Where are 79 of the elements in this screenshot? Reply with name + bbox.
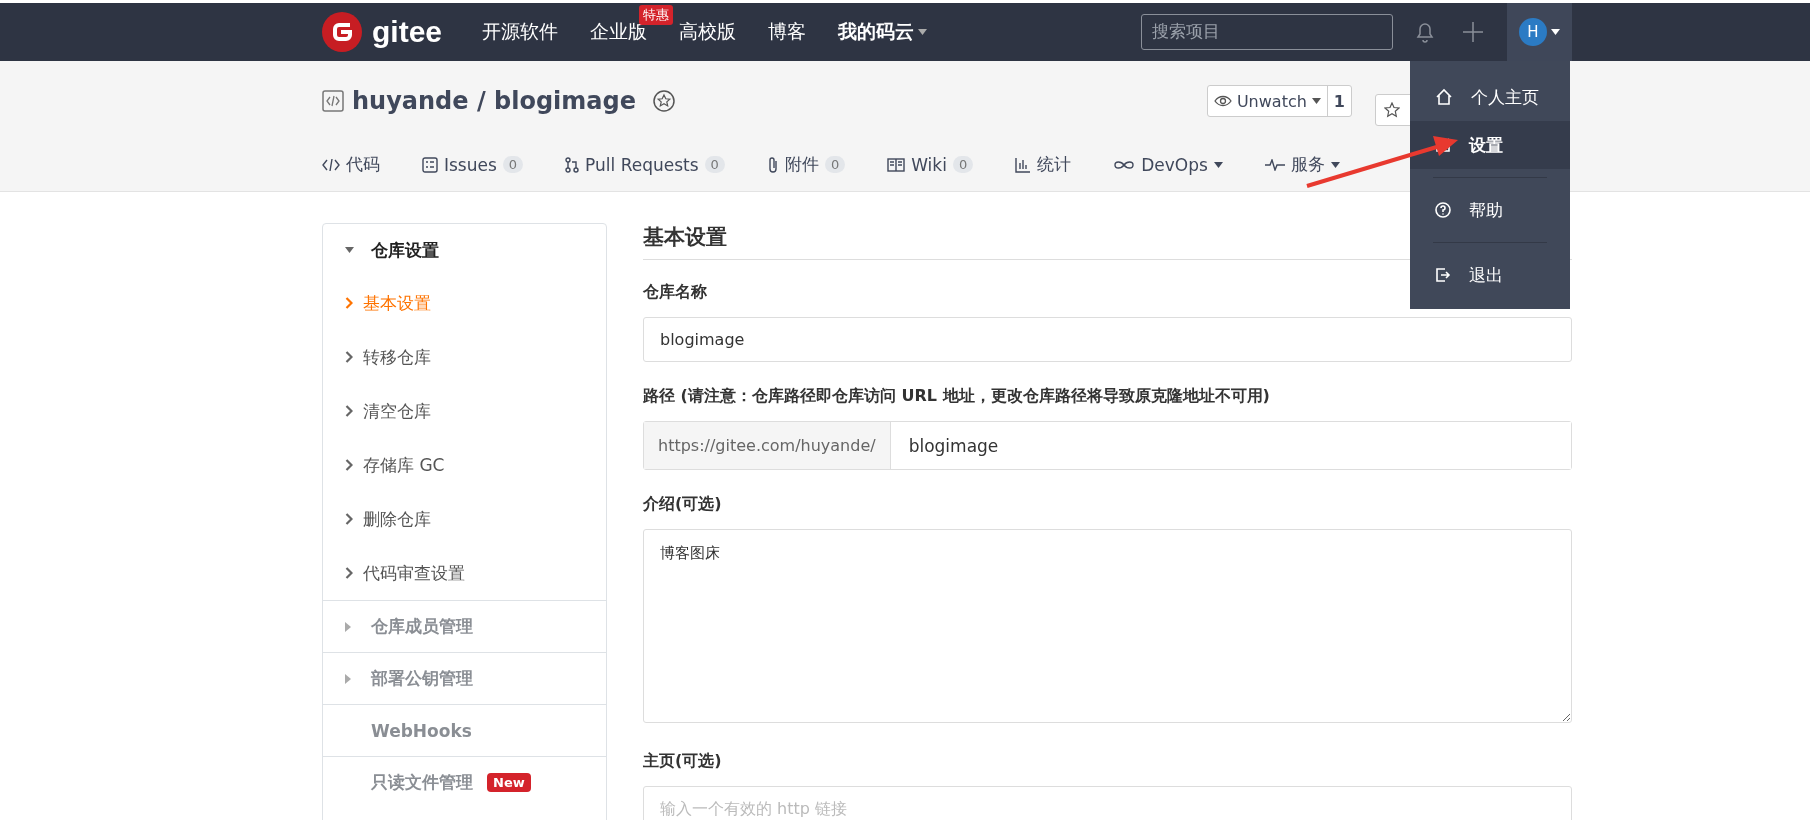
- menu-item[interactable]: 设置: [1410, 121, 1570, 169]
- repo-tab[interactable]: Wiki 0: [887, 141, 974, 191]
- search-field[interactable]: 搜索项目: [1141, 14, 1393, 50]
- home-icon: [1435, 88, 1453, 106]
- chevron-right-icon: [345, 567, 353, 579]
- watch-button[interactable]: Unwatch: [1207, 86, 1328, 116]
- paperclip-icon: [766, 155, 779, 174]
- sidebar-item[interactable]: 清空仓库: [323, 384, 606, 438]
- code-icon: [322, 157, 340, 172]
- path-field[interactable]: https://gitee.com/huyande/ blogimage: [643, 421, 1572, 470]
- sidebar-item[interactable]: 代码审查设置: [323, 546, 606, 600]
- logo-icon: [322, 12, 362, 52]
- nav-link[interactable]: 高校版: [679, 19, 737, 45]
- repo-title[interactable]: huyande / blogimage: [352, 87, 636, 115]
- chevron-right-icon: [345, 405, 353, 417]
- eye-icon: [1213, 95, 1232, 107]
- nav-link[interactable]: 我的码云: [838, 19, 928, 45]
- repo-tab[interactable]: 附件 0: [766, 141, 846, 191]
- help-icon: [1435, 202, 1451, 218]
- chevron-right-icon: [345, 459, 353, 471]
- count-badge: 0: [704, 156, 725, 173]
- section-label: 仓库设置: [371, 238, 439, 262]
- watch-count[interactable]: 1: [1327, 91, 1351, 111]
- logo-text[interactable]: gitee: [372, 15, 443, 49]
- caret-icon: [1551, 29, 1560, 35]
- section-label: 仓库成员管理: [371, 615, 473, 638]
- caret-icon: [1213, 161, 1223, 168]
- count-badge: 0: [502, 156, 524, 173]
- section-label: 部署公钥管理: [371, 667, 473, 690]
- award-icon: [652, 89, 676, 113]
- book-icon: [887, 157, 906, 172]
- sidebar-item[interactable]: 存储库 GC: [323, 438, 606, 492]
- avatar-button[interactable]: H: [1507, 3, 1572, 61]
- bar-chart-icon: [1015, 156, 1032, 173]
- section-label: WebHooks: [371, 720, 472, 741]
- count-badge: 0: [952, 156, 974, 173]
- pull-request-icon: [565, 156, 580, 173]
- repo-tab[interactable]: 统计: [1015, 141, 1072, 191]
- menu-item[interactable]: 个人主页: [1410, 73, 1570, 121]
- new-badge: New: [487, 773, 531, 792]
- caret-icon: [1311, 98, 1321, 104]
- infinity-icon: [1113, 158, 1136, 171]
- star-icon: [1384, 102, 1400, 118]
- url-prefix: https://gitee.com/huyande/: [644, 422, 891, 469]
- plus-icon[interactable]: [1463, 22, 1483, 42]
- checklist-icon: [422, 156, 438, 173]
- repo-tab[interactable]: Issues 0: [422, 141, 524, 191]
- pulse-icon: [1264, 158, 1285, 171]
- section-label: 只读文件管理: [371, 771, 473, 794]
- code-file-icon: [322, 90, 344, 112]
- sidebar-section[interactable]: 只读文件管理 New: [323, 756, 606, 808]
- field-label: 仓库名称: [643, 282, 708, 303]
- nav-link[interactable]: 博客: [768, 19, 807, 45]
- sidebar-item[interactable]: 删除仓库: [323, 492, 606, 546]
- field-label: 介绍(可选): [643, 494, 723, 515]
- field-label: 主页(可选): [643, 751, 723, 772]
- description-field[interactable]: 博客图床: [643, 529, 1572, 723]
- caret-right-icon: [345, 673, 351, 684]
- count-badge: 0: [824, 156, 846, 173]
- repo-tab[interactable]: DevOps: [1113, 141, 1223, 191]
- caret-icon: [918, 29, 928, 35]
- chevron-right-icon: [345, 513, 353, 525]
- caret-icon: [1330, 161, 1340, 168]
- nav-link[interactable]: 开源软件: [482, 19, 559, 45]
- sidebar-item[interactable]: 转移仓库: [323, 330, 606, 384]
- field-label: 路径 (请注意：仓库路径即仓库访问 URL 地址，更改仓库路径将导致原克隆地址不可用): [643, 386, 1271, 407]
- text-field[interactable]: blogimage: [643, 317, 1572, 362]
- chevron-right-icon: [345, 297, 353, 309]
- caret-right-icon: [345, 621, 351, 632]
- caret-icon: [345, 247, 354, 253]
- sidebar-section[interactable]: 仓库设置: [323, 224, 606, 276]
- logout-icon: [1435, 267, 1451, 283]
- bell-icon[interactable]: [1415, 21, 1435, 43]
- chevron-right-icon: [345, 351, 353, 363]
- repo-tab[interactable]: Pull Requests 0: [565, 141, 725, 191]
- promo-badge: 特惠: [639, 5, 674, 25]
- avatar: H: [1519, 18, 1547, 46]
- repo-tab[interactable]: 代码: [322, 141, 380, 191]
- repo-tab[interactable]: 服务: [1264, 141, 1340, 191]
